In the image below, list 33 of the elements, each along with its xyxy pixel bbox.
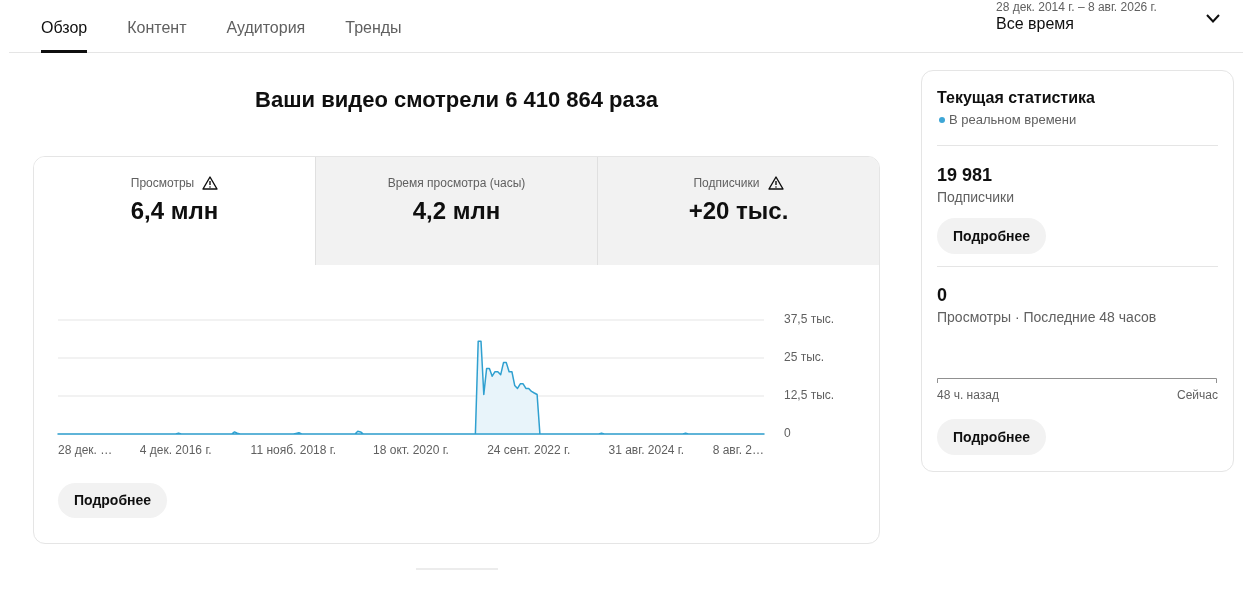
y-axis-label: 25 тыс. (784, 350, 825, 365)
x-axis-label: 8 авг. 2… (712, 443, 764, 458)
y-axis-label: 12,5 тыс. (784, 388, 835, 403)
live-label: В реальном времени (949, 111, 1077, 129)
details-button[interactable]: Подробнее (58, 483, 168, 518)
time-axis-label: 48 ч. назад (937, 387, 999, 403)
period-dropdown[interactable]: Все время (996, 14, 1220, 34)
nav-tab[interactable]: Аудитория (226, 0, 306, 53)
x-axis-label: 31 авг. 2024 г. (608, 443, 685, 458)
stat-label: Просмотры · Последние 48 часов (937, 308, 1158, 327)
metric-tab[interactable]: Время просмотра (часы) 4,2 млн (315, 157, 597, 265)
nav-tab[interactable]: Контент (127, 0, 187, 53)
date-range-text: 28 дек. 2014 г. – 8 авг. 2026 г. (996, 0, 1158, 14)
stat-value: 19 981 (937, 164, 994, 187)
details-button[interactable]: Подробнее (937, 218, 1047, 254)
metric-tab[interactable]: Подписчики +20 тыс. (597, 157, 879, 265)
panel-title: Текущая статистика (937, 88, 1096, 108)
time-axis-label: Сейчас (1177, 387, 1218, 403)
y-axis-label: 37,5 тыс. (784, 312, 835, 327)
nav-tab[interactable]: Обзор (41, 0, 88, 53)
nav-tab[interactable]: Тренды (345, 0, 402, 53)
x-axis-label: 24 сент. 2022 г. (487, 443, 571, 458)
x-axis-label: 4 дек. 2016 г. (139, 443, 212, 458)
details-button[interactable]: Подробнее (937, 419, 1047, 455)
stat-value: 0 (937, 284, 948, 307)
chevron-down-icon (1206, 14, 1220, 23)
headline: Ваши видео смотрели 6 410 864 раза (254, 86, 659, 114)
y-axis-label: 0 (784, 426, 791, 441)
x-axis-label: 28 дек. … (58, 443, 113, 458)
live-dot-icon (939, 117, 945, 123)
x-axis-label: 11 нояб. 2018 г. (250, 443, 336, 458)
x-axis-label: 18 окт. 2020 г. (373, 443, 449, 458)
stat-label: Подписчики (937, 188, 1015, 207)
